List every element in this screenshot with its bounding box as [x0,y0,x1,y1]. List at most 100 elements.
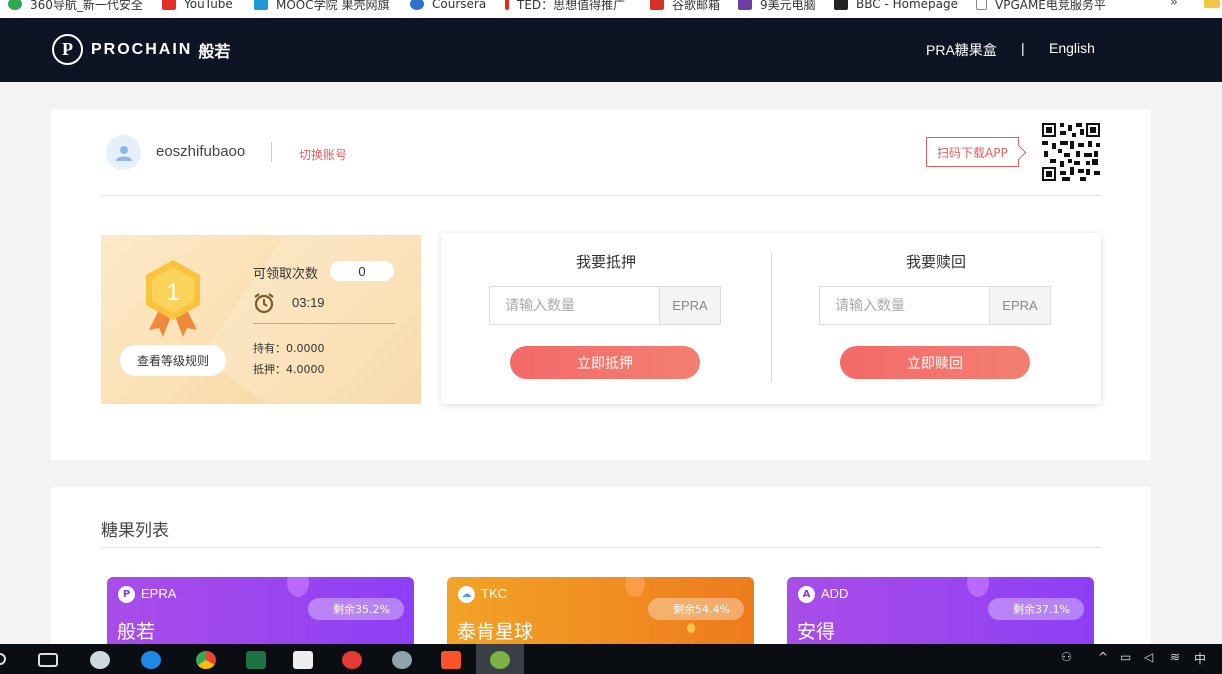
search-icon[interactable] [0,653,6,665]
site-header: P PROCHAIN 般若 PRA糖果盒 | English [0,18,1222,82]
divider [271,142,272,162]
claim-count-value: 0 [330,261,394,281]
volume-icon[interactable]: ◁ [1144,650,1153,664]
epra-token-icon: P [118,586,135,603]
site-logo[interactable]: P PROCHAIN 般若 [52,34,230,65]
divider-line [101,547,1101,548]
bookmark-3[interactable]: Coursera [410,0,486,12]
redeem-title: 我要赎回 [905,253,966,271]
holding-amount: 持有：0.0000 [253,342,325,355]
candy-card[interactable]: A ADD 安得 剩余37.1% [787,577,1094,647]
youtube-icon [162,0,176,10]
redeem-unit-label: EPRA [989,286,1051,325]
username: eoszhifubaoo [156,143,246,160]
balloon-decoration [625,577,645,597]
logo-text: PROCHAIN [91,40,193,58]
level-card: 1 查看等级规则 可领取次数 0 03:19 持有：0.0000 抵押：4.00… [101,235,421,404]
mail-icon[interactable] [293,651,313,669]
prochain-logo-icon: P [52,34,83,65]
balloon-decoration [967,577,989,597]
candy-symbol: ADD [821,586,849,601]
nav-language-switch[interactable]: English [1049,40,1095,56]
candy-remaining-badge: 剩余35.2% [308,598,404,620]
candy-name: 安得 [797,621,836,643]
task-view-icon[interactable] [38,653,58,667]
bookmark-2[interactable]: MOOC学院 果壳网旗 [254,0,389,12]
stake-quantity-input[interactable] [489,286,660,325]
alarm-clock-icon [254,293,274,314]
avatar [106,135,141,170]
download-app-tag[interactable]: 扫码下载APP [926,137,1019,167]
candy-list-title: 糖果列表 [101,521,169,541]
page-icon [976,0,987,10]
site-icon [738,0,752,10]
input-language-indicator[interactable]: 中 [1194,650,1206,667]
candy-card[interactable]: P EPRA 般若 剩余35.2% [107,577,414,647]
folder-icon[interactable] [1204,0,1220,8]
claim-count-label: 可领取次数 [253,267,319,282]
candy-card[interactable]: ☁ TKC 泰肯星球 剩余54.4% [447,577,754,647]
pledged-amount: 抵押：4.0000 [253,363,325,376]
user-icon [115,145,132,161]
card-divider [253,323,395,324]
account-panel: eoszhifubaoo 切换账号 扫码下载APP 1 查看等级规则 可领取次数… [51,109,1151,460]
redeem-quantity-input[interactable] [819,286,990,325]
switch-account-link[interactable]: 切换账号 [299,146,347,163]
app-icon-p[interactable] [342,651,362,669]
view-level-rules-button[interactable]: 查看等级规则 [120,345,226,376]
bookmarks-bar: 360导航_新一代安全 YouTube MOOC学院 果壳网旗 Coursera… [0,0,1222,18]
nav-candy-box[interactable]: PRA糖果盒 [926,40,997,60]
qr-code-icon [1042,123,1100,181]
candy-symbol: TKC [481,586,507,601]
app-icon-bug[interactable] [392,651,412,669]
excel-icon[interactable] [246,651,266,669]
bookmark-6[interactable]: 9美元电脑 [738,0,816,12]
redeem-column: 我要赎回 EPRA 立即赎回 [771,233,1101,404]
balloon-decoration [287,577,309,597]
wifi-icon[interactable]: ≋ [1170,650,1180,664]
candy-remaining-badge: 剩余37.1% [988,598,1084,620]
bookmark-1[interactable]: YouTube [162,0,233,12]
countdown-timer: 03:19 [292,295,325,310]
nav-separator: | [1021,40,1025,56]
chevron-up-icon[interactable]: ^ [1098,650,1108,664]
active-taskbar-item[interactable] [476,644,524,674]
level-number: 1 [166,279,179,306]
stake-redeem-box: 我要抵押 EPRA 立即抵押 我要赎回 EPRA 立即赎回 [441,233,1101,404]
bookmark-4[interactable]: TED：思想值得推广 [505,0,625,12]
candy-list-panel: 糖果列表 P EPRA 般若 剩余35.2% ☁ TKC 泰肯星球 剩余54.4… [51,487,1151,647]
bookmark-7[interactable]: BBC - Homepage [834,0,958,12]
candy-symbol: EPRA [141,586,177,601]
battery-icon[interactable]: ▭ [1120,650,1131,664]
ted-icon [505,0,509,10]
balloon-decoration [687,623,695,633]
app-icon-active [490,651,510,669]
logo-chinese: 般若 [198,41,231,61]
chrome-icon[interactable] [196,651,216,669]
level-medal-icon: 1 [146,260,200,337]
360-icon [8,0,22,10]
ie-browser-icon[interactable] [141,651,161,669]
windows-taskbar: ⚇ ^ ▭ ◁ ≋ 中 [0,644,1222,674]
candy-remaining-badge: 剩余54.4% [648,598,744,620]
stake-unit-label: EPRA [659,286,721,325]
bookmark-5[interactable]: 谷歌邮箱 [650,0,720,12]
bbc-icon [834,0,848,10]
tkc-token-icon: ☁ [458,586,475,603]
candy-name: 泰肯星球 [457,621,534,643]
app-icon-1[interactable] [90,651,110,669]
redeem-now-button[interactable]: 立即赎回 [840,346,1030,379]
gmail-icon [650,0,664,10]
bookmark-0[interactable]: 360导航_新一代安全 [8,0,143,12]
coursera-icon [410,0,424,10]
brave-browser-icon[interactable] [441,651,461,669]
mooc-icon [254,0,268,10]
stake-title: 我要抵押 [575,253,636,271]
stake-now-button[interactable]: 立即抵押 [510,346,700,379]
add-token-icon: A [798,586,815,603]
bookmarks-more-button[interactable]: » [1170,0,1178,10]
people-icon[interactable]: ⚇ [1061,650,1072,664]
divider-line [101,195,1101,196]
stake-column: 我要抵押 EPRA 立即抵押 [441,233,771,404]
bookmark-8[interactable]: VPGAME电竞服务平 [976,0,1106,12]
